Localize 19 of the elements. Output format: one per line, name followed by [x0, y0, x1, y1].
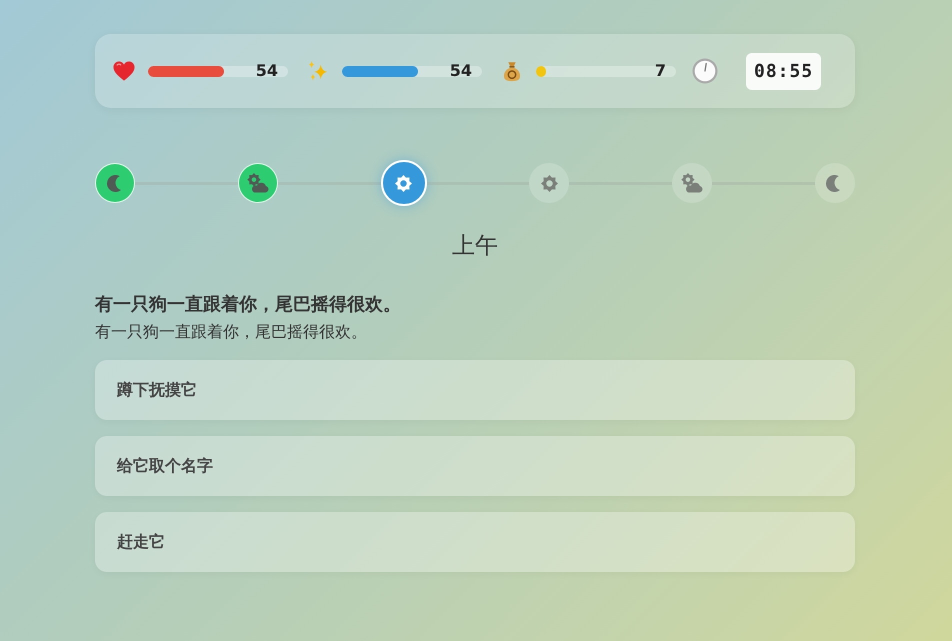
choice-button[interactable]: 给它取个名字 — [95, 436, 855, 496]
heart-icon — [113, 60, 135, 82]
health-value: 54 — [256, 61, 278, 81]
time-of-day-label: 上午 — [452, 232, 498, 261]
sparkles-icon — [307, 60, 329, 82]
story-title: 有一只狗一直跟着你，尾巴摇得很欢。 — [95, 293, 401, 317]
sun-icon — [395, 174, 412, 192]
sun-cloud-icon — [246, 173, 269, 193]
sun-icon — [540, 174, 558, 192]
choice-button[interactable]: 赶走它 — [95, 512, 855, 572]
time-display: 08:55 — [746, 52, 822, 90]
energy-value: 54 — [450, 61, 472, 81]
sun-cloud-icon — [681, 173, 704, 193]
clock-icon — [692, 58, 718, 84]
story-text: 有一只狗一直跟着你，尾巴摇得很欢。 — [95, 321, 367, 343]
choice-button[interactable]: 蹲下抚摸它 — [95, 360, 855, 420]
money-bag-icon — [501, 60, 523, 82]
moon-icon — [106, 174, 124, 192]
money-value: 7 — [654, 61, 666, 81]
